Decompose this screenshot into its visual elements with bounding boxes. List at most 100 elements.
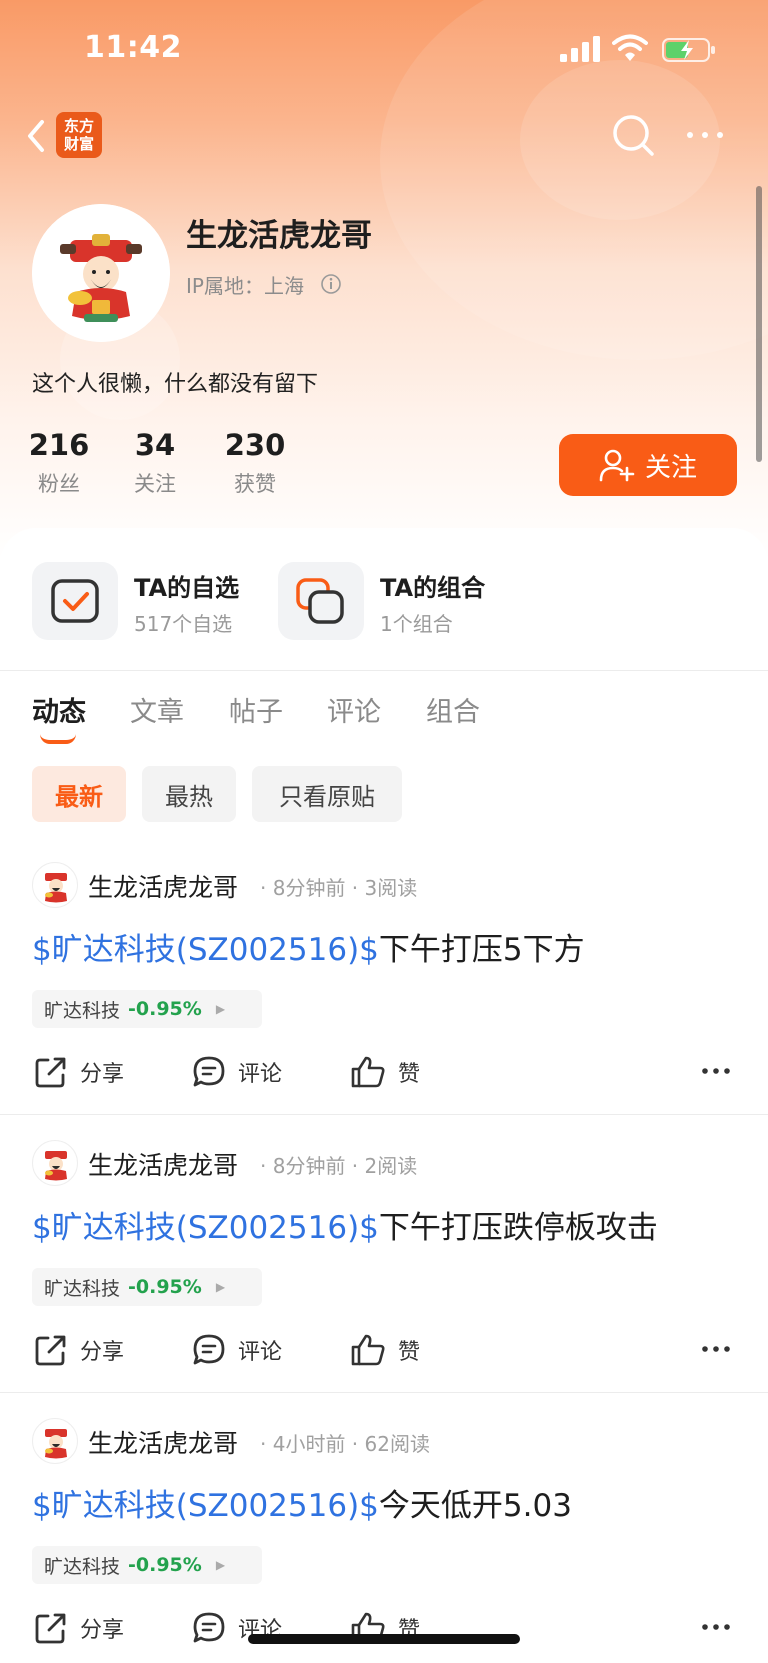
comment-button[interactable]: 评论 [192,1328,282,1372]
post-author[interactable]: 生龙活虎龙哥 [88,868,238,904]
stat-following[interactable]: 34 关注 [110,428,200,498]
watchlist-link[interactable]: TA的自选 517个自选 [32,562,252,642]
post-content[interactable]: $旷达科技(SZ002516)$下午打压5下方 [32,924,585,969]
active-tab-indicator [40,734,76,744]
cellular-signal-icon [560,36,600,62]
triangle-right-icon: ▶ [215,1280,226,1294]
back-arrow-icon[interactable] [18,114,58,158]
thumbs-up-icon [351,1056,385,1088]
stat-value: 34 [134,428,176,462]
comment-icon [193,1612,225,1643]
stat-label: 粉丝 [38,472,80,496]
feed-post[interactable]: 生龙活虎龙哥 · 8分钟前 · 3阅读 $旷达科技(SZ002516)$下午打压… [0,840,768,1118]
divider [0,1392,768,1393]
tab-articles[interactable]: 文章 [130,690,184,729]
divider [0,670,768,671]
share-icon [35,1613,66,1644]
logo-text-bottom: 财富 [63,135,94,153]
thumbs-up-icon [351,1334,385,1366]
quick-link-subtitle: 517个自选 [134,612,233,636]
ip-location: IP属地：上海 [186,274,304,298]
stock-tag-change: -0.95% [128,1276,202,1298]
triangle-right-icon: ▶ [215,1002,226,1016]
share-label: 分享 [80,1340,125,1365]
more-options-icon[interactable] [682,120,728,150]
checkbox-icon [32,562,118,640]
tab-feed[interactable]: 动态 [32,690,86,729]
stat-followers[interactable]: 216 粉丝 [14,428,104,498]
share-label: 分享 [80,1618,125,1643]
like-label: 赞 [398,1340,421,1365]
comment-icon [193,1056,225,1087]
more-options-icon[interactable] [700,1056,732,1086]
god-of-wealth-avatar-icon [32,204,170,342]
tab-comments[interactable]: 评论 [327,690,381,729]
filter-original-only[interactable]: 只看原贴 [252,766,402,822]
wifi-icon [612,34,648,61]
stock-tag[interactable]: 旷达科技 -0.95% ▶ [32,1268,262,1306]
comment-label: 评论 [238,1062,283,1087]
stock-tag-name: 旷达科技 [44,1277,121,1300]
share-button[interactable]: 分享 [34,1328,124,1372]
stock-mention-link[interactable]: $旷达科技(SZ002516)$ [32,1488,379,1524]
stock-tag[interactable]: 旷达科技 -0.95% ▶ [32,1546,262,1584]
filter-latest[interactable]: 最新 [32,766,126,822]
clock: 11:42 [84,30,182,65]
portfolio-link[interactable]: TA的组合 1个组合 [278,562,498,642]
comment-label: 评论 [238,1340,283,1365]
divider [0,1114,768,1115]
stock-tag-name: 旷达科技 [44,999,121,1022]
share-label: 分享 [80,1062,125,1087]
app-logo: 东方 财富 [56,112,102,158]
home-indicator[interactable] [248,1634,520,1644]
quick-link-title: TA的组合 [380,574,486,602]
add-user-icon [599,449,635,482]
feed-post[interactable]: 生龙活虎龙哥 · 4小时前 · 62阅读 $旷达科技(SZ002516)$今天低… [0,1396,768,1663]
more-options-icon[interactable] [700,1334,732,1364]
stock-mention-link[interactable]: $旷达科技(SZ002516)$ [32,932,379,968]
info-icon[interactable] [320,273,342,295]
top-nav: 东方 财富 [0,100,768,180]
stock-tag[interactable]: 旷达科技 -0.95% ▶ [32,990,262,1028]
share-button[interactable]: 分享 [34,1050,124,1094]
avatar[interactable] [32,1140,78,1186]
comment-button[interactable]: 评论 [192,1050,282,1094]
like-button[interactable]: 赞 [350,1050,420,1094]
post-meta: · 8分钟前 · 2阅读 [260,1154,418,1178]
scrollbar[interactable] [756,186,762,462]
profile-bio: 这个人很懒，什么都没有留下 [32,372,319,397]
stat-likes[interactable]: 230 获赞 [210,428,300,498]
like-button[interactable]: 赞 [350,1328,420,1372]
feed-post[interactable]: 生龙活虎龙哥 · 8分钟前 · 2阅读 $旷达科技(SZ002516)$下午打压… [0,1118,768,1396]
stat-value: 216 [28,428,90,462]
like-label: 赞 [398,1062,421,1087]
stat-label: 获赞 [234,472,276,496]
quick-link-subtitle: 1个组合 [380,612,453,636]
profile-name: 生龙活虎龙哥 [186,218,372,254]
stock-tag-change: -0.95% [128,998,202,1020]
god-of-wealth-avatar-icon [45,1429,67,1459]
follow-label: 关注 [644,452,697,483]
stock-mention-link[interactable]: $旷达科技(SZ002516)$ [32,1210,379,1246]
avatar[interactable] [32,204,170,342]
post-text: 今天低开5.03 [378,1488,572,1524]
avatar[interactable] [32,1418,78,1464]
search-icon[interactable] [610,112,656,158]
post-author[interactable]: 生龙活虎龙哥 [88,1424,238,1460]
tab-posts[interactable]: 帖子 [229,690,283,729]
share-icon [35,1335,66,1366]
filter-hot[interactable]: 最热 [142,766,236,822]
post-content[interactable]: $旷达科技(SZ002516)$今天低开5.03 [32,1480,572,1525]
follow-button[interactable]: 关注 [559,434,737,496]
post-meta: · 8分钟前 · 3阅读 [260,876,418,900]
share-button[interactable]: 分享 [34,1606,124,1650]
share-icon [35,1057,66,1088]
tab-portfolios[interactable]: 组合 [426,690,480,729]
avatar[interactable] [32,862,78,908]
post-author[interactable]: 生龙活虎龙哥 [88,1146,238,1182]
triangle-right-icon: ▶ [215,1558,226,1572]
god-of-wealth-avatar-icon [45,1151,67,1181]
logo-text-top: 东方 [63,117,94,135]
more-options-icon[interactable] [700,1612,732,1642]
post-content[interactable]: $旷达科技(SZ002516)$下午打压跌停板攻击 [32,1202,658,1247]
